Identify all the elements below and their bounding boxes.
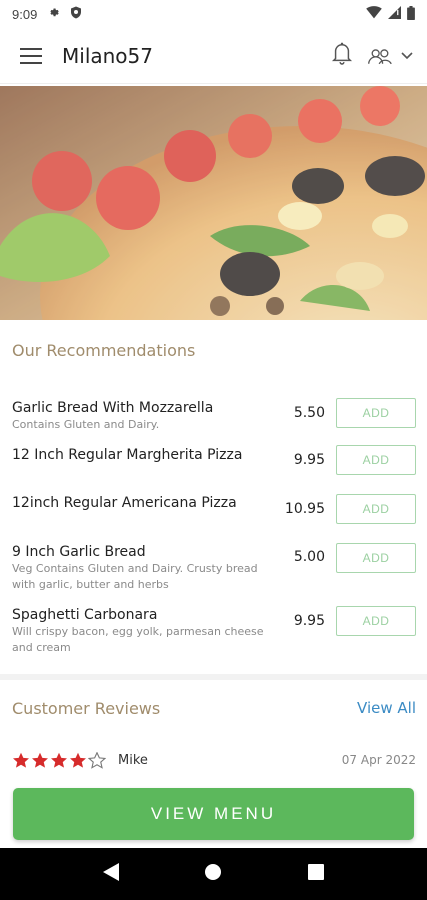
add-button[interactable]: ADD [336,606,416,636]
add-button[interactable]: ADD [336,445,416,475]
item-price: 10.95 [284,501,325,517]
star-rating [12,751,106,769]
recents-icon[interactable] [308,863,325,885]
item-description: Veg Contains Gluten and Dairy. Crusty br… [12,562,258,591]
star-filled-icon [13,752,29,768]
status-time: 9:09 [12,6,38,22]
add-button[interactable]: ADD [336,398,416,428]
status-bar: 9:09 [0,0,427,28]
item-name: 9 Inch Garlic Bread [12,544,146,560]
item-name: Spaghetti Carbonara [12,607,158,623]
add-button[interactable]: ADD [336,543,416,573]
star-filled-icon [70,752,86,768]
star-empty-icon [88,751,106,769]
item-description: Contains Gluten and Dairy. [12,418,160,431]
star-filled-icon [32,752,48,768]
back-icon[interactable] [102,862,119,886]
notification-bell-icon[interactable] [331,41,353,70]
item-name: 12inch Regular Americana Pizza [12,495,237,511]
hamburger-menu-icon[interactable] [0,28,62,84]
view-all-reviews-link[interactable]: View All [357,699,416,717]
item-name: 12 Inch Regular Margherita Pizza [12,447,243,463]
review-date: 07 Apr 2022 [341,753,416,767]
wifi-icon [366,6,382,22]
item-price: 5.50 [293,405,325,421]
add-button[interactable]: ADD [336,494,416,524]
section-divider [0,674,427,680]
battery-icon [407,5,415,23]
home-icon[interactable] [204,863,222,886]
item-price: 9.95 [293,452,325,468]
recommendations-title: Our Recommendations [12,341,196,360]
star-filled-icon [51,752,67,768]
reviewer-name: Mike [118,752,148,768]
chevron-down-icon[interactable] [401,51,413,60]
reviews-title: Customer Reviews [12,699,161,718]
settings-gear-icon [47,6,60,22]
item-description: Will crispy bacon, egg yolk, parmesan ch… [12,625,264,654]
account-switch-icon[interactable] [367,47,413,65]
item-price: 5.00 [293,549,325,565]
review-item: Mike 07 Apr 2022 [12,750,416,770]
signal-icon [388,6,401,22]
hero-pizza-image [0,86,427,320]
app-title: Milano57 [62,43,153,68]
system-nav-bar [0,848,427,900]
item-name: Garlic Bread With Mozzarella [12,400,214,416]
item-price: 9.95 [293,613,325,629]
view-menu-button[interactable]: VIEW MENU [13,788,414,840]
shield-icon [70,6,82,22]
app-bar: Milano57 [0,28,427,84]
